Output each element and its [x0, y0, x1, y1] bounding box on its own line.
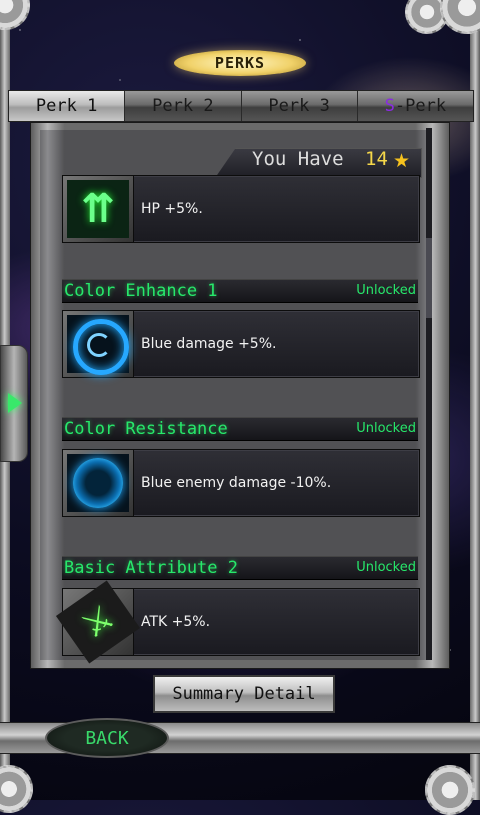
tab-label: -Perk [394, 96, 447, 116]
unlock-status: Unlocked [356, 421, 416, 436]
section-title: Color Enhance 1 [64, 281, 218, 301]
summary-detail-button[interactable]: Summary Detail [153, 675, 335, 713]
perk-icon-frame [63, 311, 134, 377]
perk-card-hp[interactable]: ⇈ HP +5%. [62, 175, 420, 243]
tab-perk-3[interactable]: Perk 3 [242, 91, 358, 121]
gear-decoration-icon [0, 0, 30, 30]
gear-decoration-icon [0, 765, 33, 813]
blue-orb-icon [67, 454, 129, 512]
perk-section-color-resistance: Color Resistance Unlocked [62, 417, 418, 441]
blue-ring-icon [67, 315, 129, 375]
arrow-right-icon [8, 393, 22, 413]
perk-icon-frame: ⚔ [55, 580, 141, 664]
section-title: Color Resistance [64, 419, 228, 439]
tab-perk-2[interactable]: Perk 2 [125, 91, 242, 121]
tab-s-perk[interactable]: S -Perk [358, 91, 473, 121]
tab-label-prefix: S [384, 96, 395, 116]
currency-label: You Have [252, 148, 344, 170]
unlock-status: Unlocked [356, 560, 416, 575]
perk-icon-frame [63, 450, 134, 516]
unlock-status: Unlocked [356, 283, 416, 298]
page-title: PERKS [174, 50, 306, 76]
tab-label: Perk 3 [268, 96, 330, 116]
perk-card-atk[interactable]: ⚔ ATK +5%. [55, 580, 420, 664]
perk-description: ATK +5%. [141, 614, 211, 630]
star-icon: ★ [393, 150, 411, 172]
currency-value: 14 [365, 148, 388, 170]
hp-up-arrows-icon: ⇈ [67, 180, 129, 238]
section-title: Basic Attribute 2 [64, 558, 238, 578]
scrollbar-thumb[interactable] [426, 238, 432, 318]
perk-icon-frame: ⇈ [63, 176, 134, 242]
scrollbar-track[interactable] [426, 128, 432, 660]
sword-icon: ⚔ [55, 580, 141, 664]
tab-label: Perk 2 [152, 96, 214, 116]
perk-tabs: Perk 1 Perk 2 Perk 3 S -Perk [8, 90, 474, 122]
tab-label: Perk 1 [35, 96, 98, 116]
back-button[interactable]: BACK [45, 718, 169, 758]
perk-section-basic-attribute: Basic Attribute 2 Unlocked [62, 556, 418, 580]
gear-decoration-icon [425, 765, 475, 815]
perk-description: Blue damage +5%. [141, 336, 277, 352]
perk-card-blue-damage[interactable]: Blue damage +5%. [62, 310, 420, 378]
perk-section-color-enhance: Color Enhance 1 Unlocked [62, 279, 418, 303]
tab-perk-1[interactable]: Perk 1 [9, 91, 126, 121]
perk-card-blue-resistance[interactable]: Blue enemy damage -10%. [62, 449, 420, 517]
gear-decoration-icon [440, 0, 480, 34]
perk-description: Blue enemy damage -10%. [141, 475, 332, 491]
perk-description: HP +5%. [141, 201, 203, 217]
